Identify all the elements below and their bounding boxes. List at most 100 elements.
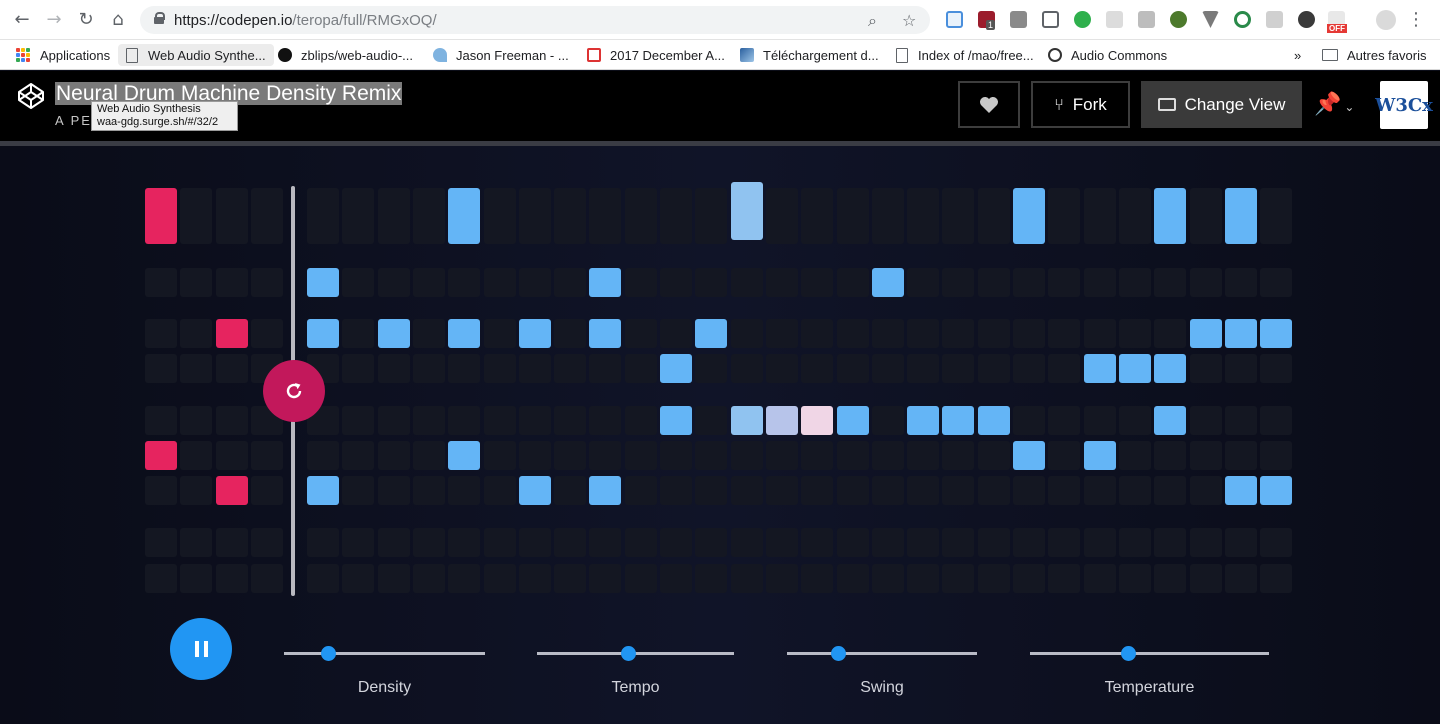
generated-step-cell[interactable] (1224, 319, 1257, 348)
generated-step-cell[interactable] (1118, 268, 1151, 297)
generated-step-cell[interactable] (448, 476, 481, 505)
regenerate-button[interactable] (263, 360, 325, 422)
generated-step-cell[interactable] (307, 319, 339, 348)
generated-step-cell[interactable] (448, 528, 481, 557)
seed-step-cell[interactable] (215, 354, 248, 383)
seed-step-cell[interactable] (145, 406, 177, 435)
generated-step-cell[interactable] (871, 188, 904, 244)
generated-step-cell[interactable] (448, 268, 481, 297)
generated-step-cell[interactable] (448, 406, 481, 435)
generated-step-cell[interactable] (765, 268, 798, 297)
generated-step-cell[interactable] (1083, 476, 1116, 505)
generated-step-cell[interactable] (730, 268, 763, 297)
generated-step-cell[interactable] (1154, 188, 1187, 244)
generated-step-cell[interactable] (624, 188, 657, 244)
generated-step-cell[interactable] (483, 441, 516, 470)
generated-step-cell[interactable] (730, 564, 763, 593)
generated-step-cell[interactable] (1224, 476, 1257, 505)
generated-step-cell[interactable] (836, 268, 869, 297)
seed-step-cell[interactable] (180, 441, 213, 470)
generated-step-cell[interactable] (1118, 476, 1151, 505)
generated-step-cell[interactable] (660, 406, 692, 435)
generated-step-cell[interactable] (1189, 188, 1222, 244)
generated-step-cell[interactable] (1224, 441, 1257, 470)
slider-track[interactable] (284, 652, 485, 655)
generated-step-cell[interactable] (624, 441, 657, 470)
generated-step-cell[interactable] (695, 188, 728, 244)
generated-step-cell[interactable] (483, 564, 516, 593)
generated-step-cell[interactable] (589, 319, 622, 348)
generated-step-cell[interactable] (1013, 406, 1045, 435)
generated-step-cell[interactable] (342, 354, 375, 383)
generated-step-cell[interactable] (942, 441, 975, 470)
generated-step-cell[interactable] (518, 268, 551, 297)
generated-step-cell[interactable] (342, 441, 375, 470)
generated-step-cell[interactable] (412, 188, 445, 244)
generated-step-cell[interactable] (1154, 268, 1187, 297)
reload-icon[interactable]: ↻ (74, 8, 98, 32)
generated-step-cell[interactable] (1013, 319, 1045, 348)
seed-step-cell[interactable] (145, 476, 177, 505)
cast-icon[interactable] (1042, 11, 1059, 28)
generated-step-cell[interactable] (1224, 406, 1257, 435)
generated-step-cell[interactable] (554, 564, 587, 593)
seed-step-cell[interactable] (250, 564, 283, 593)
bookmark-star-icon[interactable]: ☆ (902, 11, 916, 30)
generated-step-cell[interactable] (907, 354, 940, 383)
generated-step-cell[interactable] (412, 406, 445, 435)
generated-step-cell[interactable] (765, 476, 798, 505)
codepen-logo-icon[interactable] (16, 81, 46, 111)
slider-thumb[interactable] (321, 646, 337, 661)
generated-step-cell[interactable] (589, 564, 622, 593)
generated-step-cell[interactable] (1224, 564, 1257, 593)
generated-step-cell[interactable] (1013, 564, 1045, 593)
generated-step-cell[interactable] (624, 564, 657, 593)
generated-step-cell[interactable] (307, 564, 339, 593)
generated-step-cell[interactable] (695, 441, 728, 470)
extension-icon[interactable] (1106, 11, 1123, 28)
generated-step-cell[interactable] (977, 354, 1010, 383)
generated-step-cell[interactable] (448, 354, 481, 383)
generated-step-cell[interactable] (624, 476, 657, 505)
generated-step-cell[interactable] (1083, 354, 1116, 383)
generated-step-cell[interactable] (1118, 319, 1151, 348)
generated-step-cell[interactable] (518, 354, 551, 383)
seed-step-cell[interactable] (145, 441, 177, 470)
seed-step-cell[interactable] (180, 476, 213, 505)
generated-step-cell[interactable] (871, 406, 904, 435)
extension-icon[interactable] (1266, 11, 1283, 28)
generated-step-cell[interactable] (695, 476, 728, 505)
generated-step-cell[interactable] (448, 319, 481, 348)
generated-step-cell[interactable] (801, 528, 834, 557)
generated-step-cell[interactable] (871, 564, 904, 593)
generated-step-cell[interactable] (483, 406, 516, 435)
generated-step-cell[interactable] (1224, 268, 1257, 297)
generated-step-cell[interactable] (977, 528, 1010, 557)
generated-step-cell[interactable] (1260, 406, 1293, 435)
generated-step-cell[interactable] (836, 528, 869, 557)
generated-step-cell[interactable] (1048, 564, 1081, 593)
generated-step-cell[interactable] (518, 564, 551, 593)
generated-step-cell[interactable] (554, 354, 587, 383)
generated-step-cell[interactable] (1083, 564, 1116, 593)
generated-step-cell[interactable] (1154, 528, 1187, 557)
generated-step-cell[interactable] (1118, 406, 1151, 435)
generated-step-cell[interactable] (660, 441, 692, 470)
generated-step-cell[interactable] (483, 319, 516, 348)
seed-step-cell[interactable] (145, 564, 177, 593)
generated-step-cell[interactable] (483, 268, 516, 297)
generated-step-cell[interactable] (624, 354, 657, 383)
generated-step-cell[interactable] (1013, 441, 1045, 470)
back-icon[interactable]: ← (10, 8, 34, 32)
generated-step-cell[interactable] (1118, 528, 1151, 557)
generated-step-cell[interactable] (660, 188, 692, 244)
generated-step-cell[interactable] (342, 188, 375, 244)
generated-step-cell[interactable] (1048, 476, 1081, 505)
extension-icon[interactable] (1234, 11, 1251, 28)
generated-step-cell[interactable] (377, 406, 410, 435)
slider-track[interactable] (787, 652, 977, 655)
generated-step-cell[interactable] (518, 528, 551, 557)
generated-step-cell[interactable] (412, 354, 445, 383)
generated-step-cell[interactable] (801, 319, 834, 348)
generated-step-cell[interactable] (660, 476, 692, 505)
